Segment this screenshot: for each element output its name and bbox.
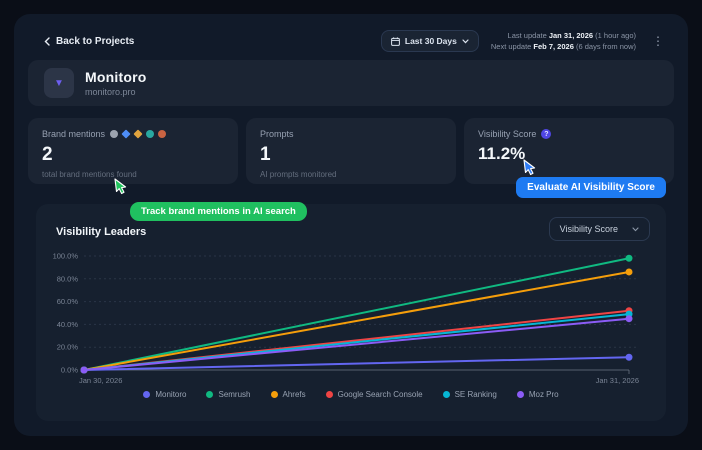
series-line-semrush [84, 258, 629, 370]
series-end-dot [626, 315, 633, 322]
next-update-date: Feb 7, 2026 [533, 42, 573, 51]
back-to-projects-link[interactable]: Back to Projects [44, 36, 134, 47]
legend-label: Semrush [218, 390, 250, 399]
legend-label: Google Search Console [338, 390, 423, 399]
y-axis-tick-label: 0.0% [61, 366, 78, 375]
next-update-ago: (6 days from now) [576, 42, 636, 51]
project-domain: monitoro.pro [85, 87, 146, 97]
next-update-label: Next update [491, 42, 531, 51]
gemini-icon [122, 129, 131, 138]
series-start-dot [81, 367, 88, 374]
y-axis-tick-label: 80.0% [57, 274, 79, 283]
visibility-line-chart: 100.0% 80.0% 60.0% 40.0% 20.0% 0.0%Jan 30, 20… [36, 204, 666, 421]
y-axis-tick-label: 40.0% [57, 320, 79, 329]
evaluate-visibility-button[interactable]: Evaluate AI Visibility Score [516, 177, 666, 198]
last-update-line: Last update Jan 31, 2026 (1 hour ago) [491, 30, 636, 41]
stats-row: Brand mentions 2 total brand mentions fo… [28, 118, 674, 184]
legend-item-moz-pro[interactable]: Moz Pro [517, 390, 559, 399]
blue-collab-cursor-icon [522, 159, 537, 176]
legend-dot-icon [326, 391, 333, 398]
next-update-line: Next update Feb 7, 2026 (6 days from now… [491, 41, 636, 52]
calendar-icon [391, 37, 400, 46]
x-axis-tick-label: Jan 31, 2026 [596, 376, 639, 385]
last-update-date: Jan 31, 2026 [549, 31, 593, 40]
help-icon[interactable]: ? [541, 129, 551, 139]
copilot-icon [134, 129, 143, 138]
y-axis-tick-label: 20.0% [57, 343, 79, 352]
last-update-label: Last update [508, 31, 547, 40]
series-line-moz-pro [84, 319, 629, 370]
track-mentions-badge: Track brand mentions in AI search [130, 202, 307, 221]
date-range-label: Last 30 Days [405, 36, 457, 46]
project-name: Monitoro [85, 69, 146, 85]
visibility-score-value: 11.2% [478, 144, 660, 164]
series-line-monitoro [84, 357, 629, 370]
x-axis-tick-label: Jan 30, 2026 [79, 376, 122, 385]
legend-label: Ahrefs [283, 390, 306, 399]
brand-mentions-value: 2 [42, 144, 224, 166]
legend-label: SE Ranking [455, 390, 497, 399]
claude-icon [158, 130, 166, 138]
brand-mentions-card: Brand mentions 2 total brand mentions fo… [28, 118, 238, 184]
series-end-dot [626, 268, 633, 275]
chevron-left-icon [44, 37, 50, 46]
visibility-score-card: Visibility Score ? 11.2% [464, 118, 674, 184]
legend-label: Monitoro [155, 390, 186, 399]
series-end-dot [626, 255, 633, 262]
update-info: Last update Jan 31, 2026 (1 hour ago) Ne… [491, 30, 636, 52]
dashboard-window: Back to Projects Last 30 Days Last updat… [14, 14, 688, 436]
legend-label: Moz Pro [529, 390, 559, 399]
legend-dot-icon [443, 391, 450, 398]
project-logo: ▼ [44, 68, 74, 98]
logo-triangle-icon: ▼ [54, 78, 64, 89]
legend-dot-icon [143, 391, 150, 398]
chevron-down-icon [462, 39, 469, 44]
legend-item-semrush[interactable]: Semrush [206, 390, 250, 399]
legend-dot-icon [271, 391, 278, 398]
brand-mentions-label: Brand mentions [42, 129, 105, 139]
legend-item-google-search-console[interactable]: Google Search Console [326, 390, 423, 399]
visibility-leaders-panel: Visibility Leaders Visibility Score 100.… [36, 204, 666, 421]
brand-mentions-sub: total brand mentions found [42, 170, 224, 179]
series-end-dot [626, 354, 633, 361]
project-card: ▼ Monitoro monitoro.pro [28, 60, 674, 106]
legend-dot-icon [206, 391, 213, 398]
prompts-label: Prompts [260, 129, 294, 139]
visibility-score-label: Visibility Score [478, 129, 536, 139]
last-update-ago: (1 hour ago) [595, 31, 636, 40]
prompts-card: Prompts 1 AI prompts monitored [246, 118, 456, 184]
series-line-ahrefs [84, 272, 629, 370]
legend-dot-icon [517, 391, 524, 398]
green-collab-cursor-icon [113, 178, 128, 195]
prompts-sub: AI prompts monitored [260, 170, 442, 179]
y-axis-tick-label: 60.0% [57, 297, 79, 306]
back-label: Back to Projects [56, 36, 134, 47]
legend-item-monitoro[interactable]: Monitoro [143, 390, 186, 399]
project-meta: Monitoro monitoro.pro [85, 69, 146, 97]
legend-item-se-ranking[interactable]: SE Ranking [443, 390, 497, 399]
date-range-button[interactable]: Last 30 Days [381, 30, 479, 52]
prompts-value: 1 [260, 144, 442, 166]
openai-icon [110, 130, 118, 138]
header-right: Last 30 Days Last update Jan 31, 2026 (1… [381, 30, 668, 52]
legend-item-ahrefs[interactable]: Ahrefs [271, 390, 306, 399]
kebab-menu-icon[interactable]: ⋮ [648, 32, 668, 50]
y-axis-tick-label: 100.0% [53, 252, 79, 261]
deepseek-icon [146, 130, 154, 138]
chart-legend: Monitoro Semrush Ahrefs Google Search Conso… [36, 390, 666, 399]
ai-provider-icons [110, 130, 166, 138]
